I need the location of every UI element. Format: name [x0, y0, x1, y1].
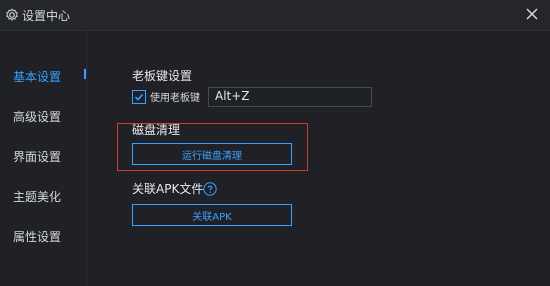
sidebar-item-properties[interactable]: 属性设置: [13, 229, 83, 245]
gear-icon: [4, 7, 20, 23]
button-label: 关联APK: [192, 211, 232, 223]
question-circle-icon: [203, 182, 217, 196]
sidebar-item-label: 界面设置: [13, 150, 62, 164]
sidebar-item-label: 属性设置: [13, 230, 62, 244]
boss-key-hotkey-input[interactable]: Alt+Z: [208, 87, 372, 107]
sidebar-item-theme[interactable]: 主题美化: [13, 189, 83, 205]
disk-cleanup-section-title: 磁盘清理: [132, 123, 181, 137]
active-tab-indicator: [84, 69, 86, 79]
help-icon[interactable]: [203, 181, 217, 196]
checkmark-icon: [134, 93, 144, 101]
window-title: 设置中心: [22, 9, 71, 23]
boss-key-checkbox[interactable]: [132, 90, 146, 104]
boss-key-section-title: 老板键设置: [132, 69, 193, 83]
hotkey-value: Alt+Z: [215, 89, 250, 103]
sidebar-item-basic-settings[interactable]: 基本设置: [13, 69, 83, 85]
apk-association-section-title: 关联APK文件: [132, 182, 204, 196]
button-label: 运行磁盘清理: [182, 150, 242, 162]
close-icon: [526, 8, 538, 20]
close-button[interactable]: [522, 4, 542, 24]
sidebar-item-label: 基本设置: [13, 70, 62, 84]
settings-sidebar: 基本设置 高级设置 界面设置 主题美化 属性设置: [0, 31, 87, 286]
sidebar-item-advanced-settings[interactable]: 高级设置: [13, 109, 83, 125]
title-bar: 设置中心: [0, 0, 550, 31]
associate-apk-button[interactable]: 关联APK: [132, 204, 292, 226]
boss-key-checkbox-label: 使用老板键: [150, 93, 200, 104]
run-disk-cleanup-button[interactable]: 运行磁盘清理: [132, 143, 292, 165]
sidebar-item-interface-settings[interactable]: 界面设置: [13, 149, 83, 165]
sidebar-item-label: 高级设置: [13, 110, 62, 124]
sidebar-item-label: 主题美化: [13, 190, 62, 204]
